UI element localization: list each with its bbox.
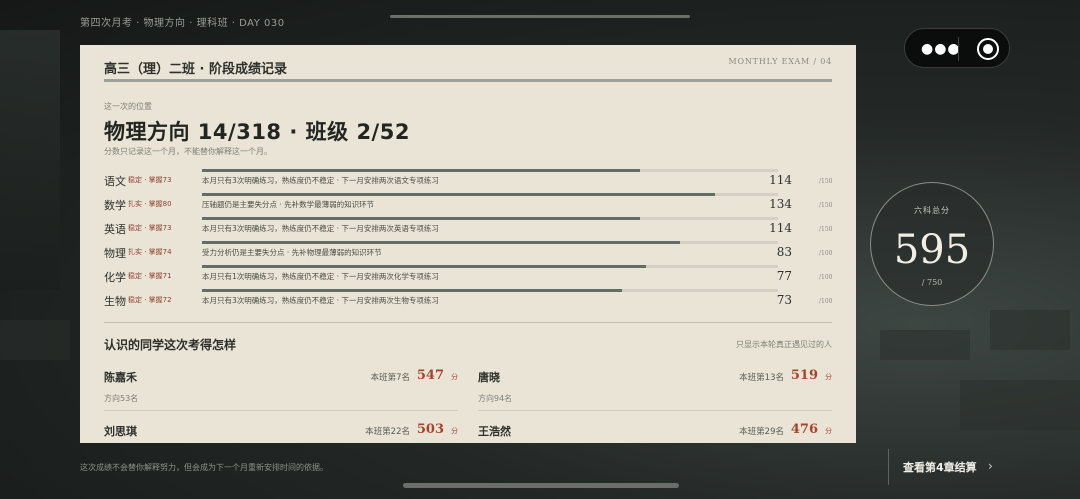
subject-score: 114 <box>769 221 792 235</box>
target-close-icon[interactable] <box>977 38 999 60</box>
peer-score: 476 <box>790 422 818 437</box>
subject-score: 77 <box>776 269 792 283</box>
subject-note: 受力分析仍是主要失分点 · 先补物理最薄弱的知识环节 <box>202 248 382 257</box>
progress-track <box>202 169 778 172</box>
top-progress-line <box>390 15 690 18</box>
subject-name: 语文 <box>104 175 126 188</box>
total-score-label: 六科总分 <box>914 206 950 215</box>
background-desk <box>880 330 970 360</box>
capsule-divider <box>958 37 959 61</box>
subject-row-biology: 生物 稳定 · 掌握72 本月只有3次明确练习，熟练度仍不稳定 · 下一月安排两… <box>104 289 832 309</box>
position-caption: 这一次的位置 <box>104 102 152 111</box>
subject-tag: 稳定 · 掌握71 <box>128 272 172 280</box>
subject-name: 生物 <box>104 295 126 308</box>
subject-name: 英语 <box>104 223 126 236</box>
peer-score: 519 <box>790 368 818 383</box>
subject-tag: 扎实 · 掌握74 <box>128 248 172 256</box>
peers-note: 只显示本轮真正遇见过的人 <box>736 340 832 349</box>
exam-record-card: 高三（理）二班 · 阶段成绩记录 MONTHLY EXAM / 04 这一次的位… <box>80 45 856 443</box>
mini-program-capsule: ●●● <box>904 28 1010 68</box>
subject-score: 73 <box>776 293 792 307</box>
card-title: 高三（理）二班 · 阶段成绩记录 <box>104 62 287 77</box>
peer-rank: 本班第7名 <box>370 373 410 383</box>
subject-row-chinese: 语文 稳定 · 掌握73 本月只有3次明确练习，熟练度仍不稳定 · 下一月安排两… <box>104 169 832 189</box>
peers-title: 认识的同学这次考得怎样 <box>104 338 237 352</box>
subject-score: 134 <box>769 197 792 211</box>
subject-note: 本月只有3次明确练习，熟练度仍不稳定 · 下一月安排两次英语专项练习 <box>202 224 439 233</box>
subject-row-physics: 物理 扎实 · 掌握74 受力分析仍是主要失分点 · 先补物理最薄弱的知识环节 … <box>104 241 832 261</box>
peer-score-unit: 分 <box>451 373 458 381</box>
peer-name: 刘思琪 <box>104 425 137 438</box>
subject-note: 本月只有3次明确练习，熟练度仍不稳定 · 下一月安排两次生物专项练习 <box>202 296 439 305</box>
background-desk <box>0 320 70 360</box>
subject-tag: 稳定 · 掌握73 <box>128 176 172 184</box>
subject-tag: 稳定 · 掌握73 <box>128 224 172 232</box>
peer-score: 547 <box>416 368 444 383</box>
progress-fill <box>202 217 640 220</box>
subject-full-mark: /100 <box>819 274 833 281</box>
total-score-value: 595 <box>893 227 971 273</box>
subject-full-mark: /100 <box>819 250 833 257</box>
total-score-max: / 750 <box>921 278 943 287</box>
subject-full-mark: /150 <box>819 226 833 233</box>
peer-score-unit: 分 <box>825 427 832 435</box>
peer-divider <box>478 410 832 411</box>
subject-note: 压轴题仍是主要失分点 · 先补数学最薄弱的知识环节 <box>202 200 375 209</box>
subject-full-mark: /150 <box>819 178 833 185</box>
chevron-right-icon[interactable]: › <box>988 459 993 473</box>
peer-name: 唐晓 <box>478 371 500 384</box>
peer-name: 陈嘉禾 <box>104 371 137 384</box>
subject-row-math: 数学 扎实 · 掌握80 压轴题仍是主要失分点 · 先补数学最薄弱的知识环节 1… <box>104 193 832 213</box>
subject-note: 本月只有3次明确练习，熟练度仍不稳定 · 下一月安排两次语文专项练习 <box>202 176 439 185</box>
progress-fill <box>202 193 715 196</box>
progress-track <box>202 193 778 196</box>
next-chapter-button[interactable]: 查看第4章结算 <box>903 459 977 475</box>
progress-fill <box>202 289 623 292</box>
peer-rank: 本班第13名 <box>739 373 784 383</box>
progress-track <box>202 241 778 244</box>
progress-track <box>202 289 778 292</box>
breadcrumb: 第四次月考 · 物理方向 · 理科班 · DAY 030 <box>80 18 285 29</box>
subject-score: 83 <box>776 245 792 259</box>
background-desk <box>990 310 1070 350</box>
peer-rank: 本班第29名 <box>739 427 784 437</box>
total-score-ring: 六科总分 595 / 750 <box>870 182 994 306</box>
subject-score: 114 <box>769 173 792 187</box>
subject-row-english: 英语 稳定 · 掌握73 本月只有3次明确练习，熟练度仍不稳定 · 下一月安排两… <box>104 217 832 237</box>
subject-tag: 扎实 · 掌握80 <box>128 200 172 208</box>
more-dots-icon[interactable]: ●●● <box>921 42 961 56</box>
progress-fill <box>202 265 646 268</box>
peer-direction-rank: 方向94名 <box>478 394 513 403</box>
peer-divider <box>104 410 458 411</box>
subject-name: 物理 <box>104 247 126 260</box>
background-window <box>0 30 60 290</box>
peer-name: 王浩然 <box>478 425 511 438</box>
card-tag: MONTHLY EXAM / 04 <box>728 57 832 66</box>
subject-full-mark: /150 <box>819 202 833 209</box>
progress-fill <box>202 241 681 244</box>
subject-name: 数学 <box>104 199 126 212</box>
peer-score-unit: 分 <box>825 373 832 381</box>
background-desk <box>960 380 1080 430</box>
subject-full-mark: /100 <box>819 298 833 305</box>
progress-track <box>202 265 778 268</box>
peer-direction-rank: 方向53名 <box>104 394 139 403</box>
peer-rank: 本班第22名 <box>365 427 410 437</box>
card-divider <box>104 79 832 82</box>
peer-score: 503 <box>416 422 444 437</box>
progress-track <box>202 217 778 220</box>
home-indicator[interactable] <box>403 483 679 488</box>
section-divider <box>104 322 832 323</box>
peer-score-unit: 分 <box>451 427 458 435</box>
footer-note: 这次成绩不会替你解释努力，但会成为下一个月重新安排时间的依据。 <box>80 463 328 472</box>
position-summary: 物理方向 14/318 · 班级 2/52 <box>104 120 410 144</box>
subject-name: 化学 <box>104 271 126 284</box>
progress-fill <box>202 169 640 172</box>
subject-note: 本月只有1次明确练习，熟练度仍不稳定 · 下一月安排两次化学专项练习 <box>202 272 439 281</box>
subject-row-chemistry: 化学 稳定 · 掌握71 本月只有1次明确练习，熟练度仍不稳定 · 下一月安排两… <box>104 265 832 285</box>
position-note: 分数只记录这一个月，不能替你解释这一个月。 <box>104 147 272 156</box>
subject-tag: 稳定 · 掌握72 <box>128 296 172 304</box>
footer-divider <box>888 449 889 485</box>
